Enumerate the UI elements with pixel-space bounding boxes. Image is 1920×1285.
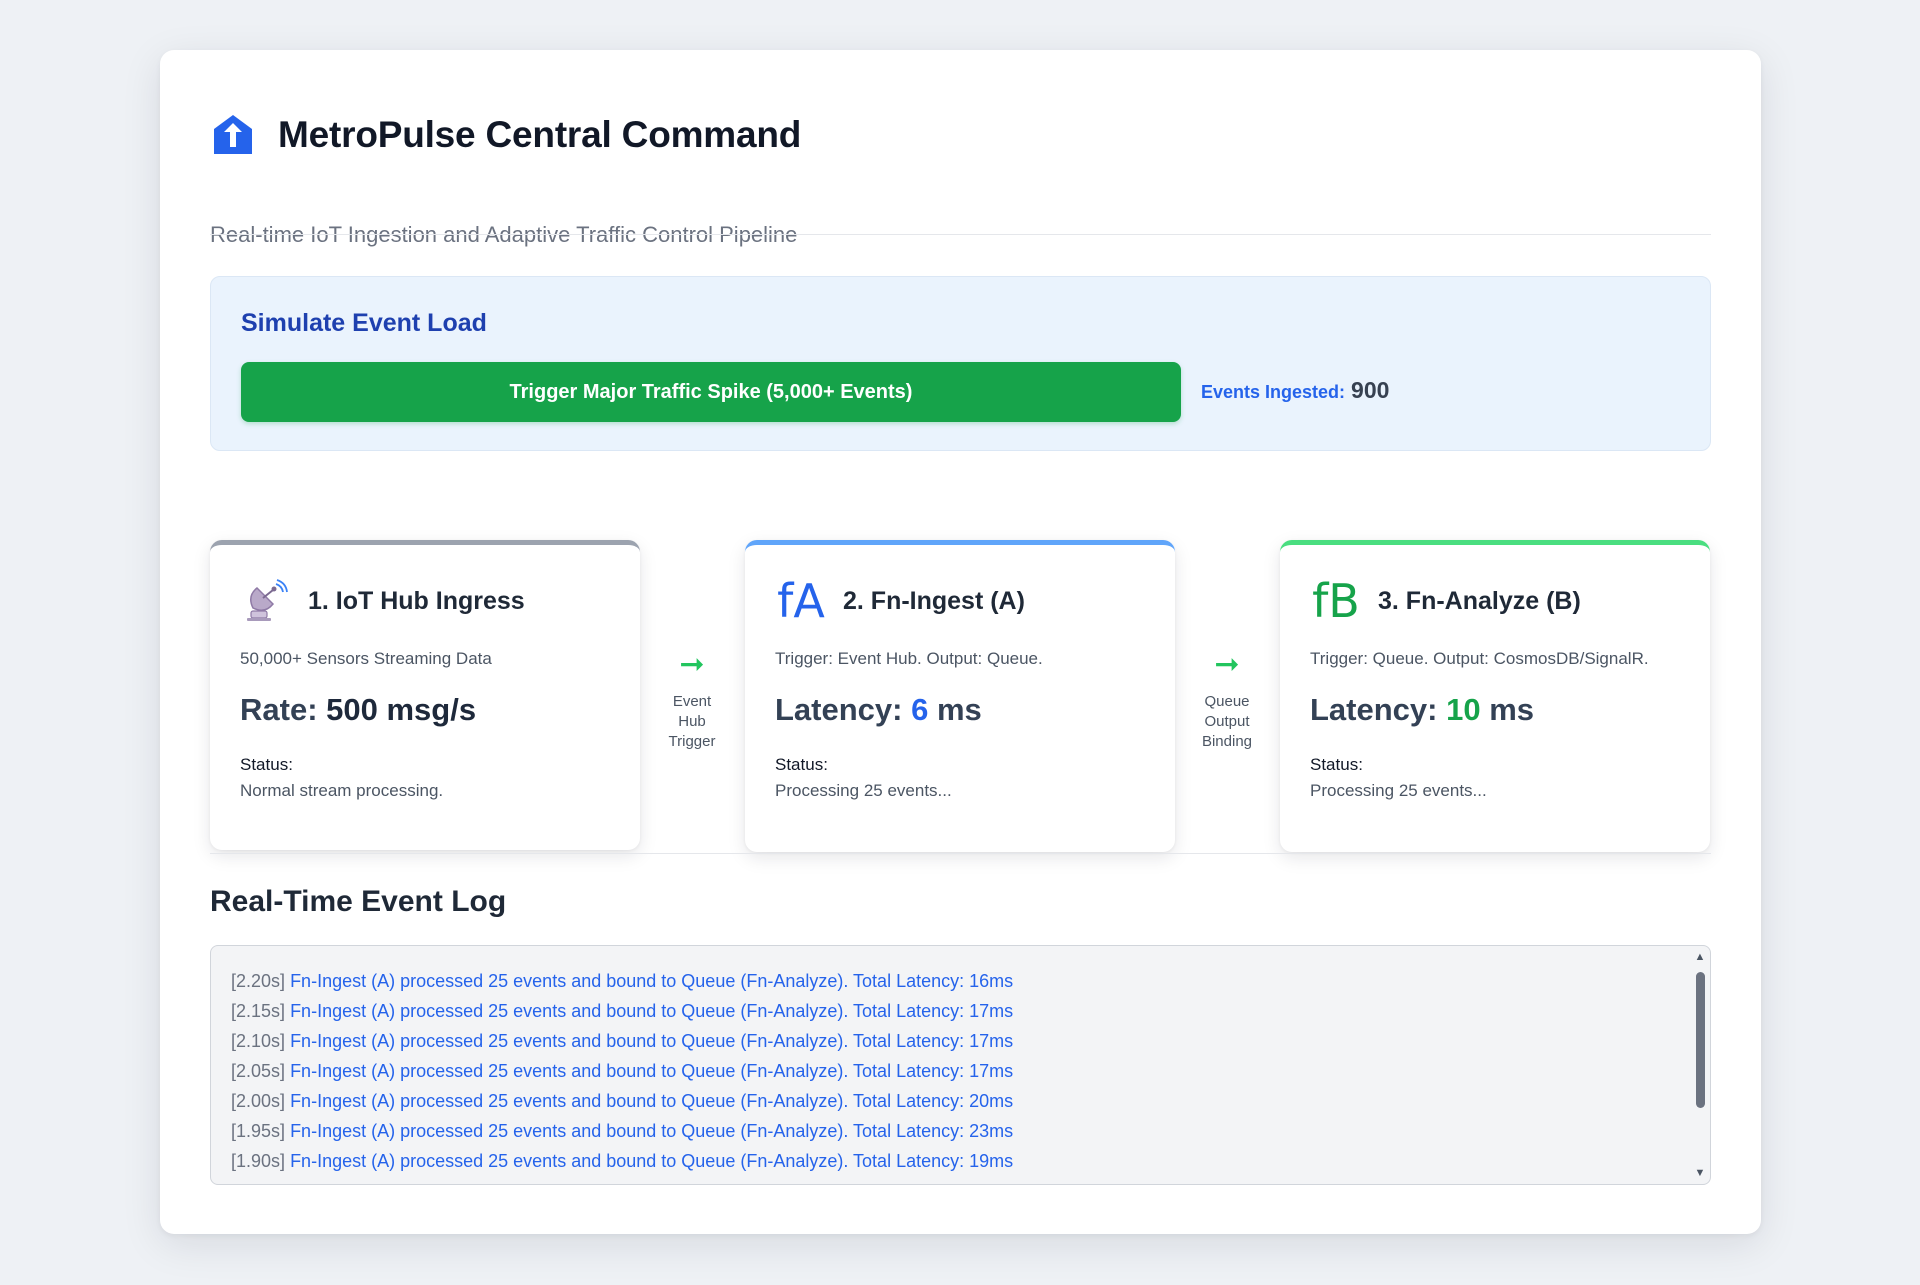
stage-description: Trigger: Event Hub. Output: Queue. xyxy=(775,649,1043,668)
right-arrow-icon: ➞ xyxy=(1214,648,1240,681)
events-ingested-label: Events Ingested: xyxy=(1201,382,1346,402)
function-a-icon: fA xyxy=(777,574,825,628)
stage-title: 1. IoT Hub Ingress xyxy=(308,586,525,615)
connector-label: Event Hub Trigger xyxy=(668,693,716,750)
stage-metric: Rate: 500 msg/s xyxy=(240,692,476,728)
section-divider xyxy=(210,853,1711,854)
satellite-dish-icon xyxy=(240,575,292,627)
log-message: Fn-Ingest (A) processed 25 events and bo… xyxy=(290,1001,1014,1021)
log-timestamp: [1.90s] xyxy=(231,1151,286,1171)
stage-header: 1. IoT Hub Ingress xyxy=(240,575,525,627)
status-text: Normal stream processing. xyxy=(240,781,444,800)
log-entry: [2.10s] Fn-Ingest (A) processed 25 event… xyxy=(231,1026,1680,1056)
log-message: Fn-Ingest (A) processed 25 events and bo… xyxy=(290,1091,1014,1111)
stage-metric: Latency: 10 ms xyxy=(1310,692,1534,728)
event-log-list: [2.20s] Fn-Ingest (A) processed 25 event… xyxy=(231,966,1680,1176)
log-message: Fn-Ingest (A) processed 25 events and bo… xyxy=(290,1061,1014,1081)
stage-iot-hub: 1. IoT Hub Ingress 50,000+ Sensors Strea… xyxy=(210,540,640,850)
log-timestamp: [2.20s] xyxy=(231,971,286,991)
status-label: Status: xyxy=(1310,755,1363,774)
metric-value: 6 xyxy=(911,692,929,727)
stage-description: 50,000+ Sensors Streaming Data xyxy=(240,649,492,668)
metric-label: Latency: xyxy=(775,692,903,727)
scroll-thumb[interactable] xyxy=(1696,972,1705,1108)
log-timestamp: [2.10s] xyxy=(231,1031,286,1051)
log-entry: [2.15s] Fn-Ingest (A) processed 25 event… xyxy=(231,996,1680,1026)
metric-unit: ms xyxy=(1489,692,1535,727)
log-entry: [1.90s] Fn-Ingest (A) processed 25 event… xyxy=(231,1146,1680,1176)
stage-title: 3. Fn-Analyze (B) xyxy=(1378,586,1581,615)
scroll-up-icon[interactable]: ▲ xyxy=(1692,950,1708,964)
metric-value: 500 msg/s xyxy=(326,692,477,727)
right-arrow-icon: ➞ xyxy=(679,648,705,681)
log-timestamp: [1.95s] xyxy=(231,1121,286,1141)
stage-header: fB 3. Fn-Analyze (B) xyxy=(1310,575,1581,627)
connector-queue-output-binding: ➞ Queue Output Binding xyxy=(1182,650,1272,752)
function-b-icon: fB xyxy=(1312,574,1360,628)
log-timestamp: [2.15s] xyxy=(231,1001,286,1021)
connector-event-hub-trigger: ➞ Event Hub Trigger xyxy=(647,650,737,752)
event-log[interactable]: [2.20s] Fn-Ingest (A) processed 25 event… xyxy=(210,945,1711,1185)
log-entry: [2.00s] Fn-Ingest (A) processed 25 event… xyxy=(231,1086,1680,1116)
simulate-title: Simulate Event Load xyxy=(241,309,487,337)
log-entry: [2.20s] Fn-Ingest (A) processed 25 event… xyxy=(231,966,1680,996)
header: MetroPulse Central Command xyxy=(210,105,801,165)
stage-header: fA 2. Fn-Ingest (A) xyxy=(775,575,1025,627)
status-text: Processing 25 events... xyxy=(1310,781,1487,800)
simulate-panel: Simulate Event Load Trigger Major Traffi… xyxy=(210,276,1711,451)
events-ingested-counter: Events Ingested: 900 xyxy=(1201,377,1389,404)
page-subtitle: Real-time IoT Ingestion and Adaptive Tra… xyxy=(210,222,798,247)
trigger-spike-button[interactable]: Trigger Major Traffic Spike (5,000+ Even… xyxy=(241,362,1181,422)
metric-label: Rate: xyxy=(240,692,318,727)
event-log-title: Real-Time Event Log xyxy=(210,885,507,918)
stage-description: Trigger: Queue. Output: CosmosDB/SignalR… xyxy=(1310,649,1649,668)
log-entry: [1.95s] Fn-Ingest (A) processed 25 event… xyxy=(231,1116,1680,1146)
status-label: Status: xyxy=(240,755,293,774)
dashboard-card: MetroPulse Central Command Real-time IoT… xyxy=(160,50,1761,1234)
stage-fn-analyze: fB 3. Fn-Analyze (B) Trigger: Queue. Out… xyxy=(1280,540,1710,852)
status-text: Processing 25 events... xyxy=(775,781,952,800)
log-message: Fn-Ingest (A) processed 25 events and bo… xyxy=(290,1031,1014,1051)
connector-label: Queue Output Binding xyxy=(1201,693,1253,750)
events-ingested-value: 900 xyxy=(1351,377,1390,403)
stage-fn-ingest: fA 2. Fn-Ingest (A) Trigger: Event Hub. … xyxy=(745,540,1175,852)
log-entry: [2.05s] Fn-Ingest (A) processed 25 event… xyxy=(231,1056,1680,1086)
header-divider xyxy=(210,234,1711,235)
home-arrow-icon xyxy=(214,115,252,154)
log-timestamp: [2.00s] xyxy=(231,1091,286,1111)
page-title: MetroPulse Central Command xyxy=(278,114,802,155)
metric-value: 10 xyxy=(1446,692,1481,727)
stage-metric: Latency: 6 ms xyxy=(775,692,982,728)
scroll-down-icon[interactable]: ▼ xyxy=(1692,1166,1708,1180)
metric-label: Latency: xyxy=(1310,692,1438,727)
log-timestamp: [2.05s] xyxy=(231,1061,286,1081)
status-label: Status: xyxy=(775,755,828,774)
stage-title: 2. Fn-Ingest (A) xyxy=(843,586,1025,615)
log-message: Fn-Ingest (A) processed 25 events and bo… xyxy=(290,1121,1014,1141)
log-scrollbar[interactable]: ▲ ▼ xyxy=(1692,948,1708,1182)
log-message: Fn-Ingest (A) processed 25 events and bo… xyxy=(290,971,1014,991)
metric-unit: ms xyxy=(936,692,982,727)
log-message: Fn-Ingest (A) processed 25 events and bo… xyxy=(290,1151,1014,1171)
